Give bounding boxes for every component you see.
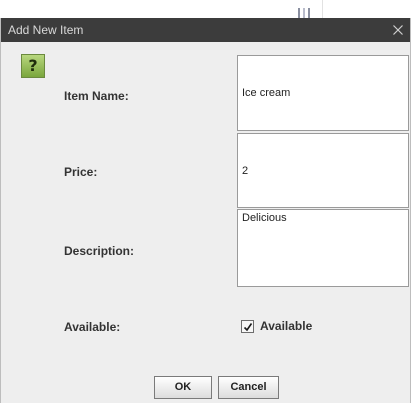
ok-button[interactable]: OK xyxy=(154,376,212,399)
available-checkbox-label: Available xyxy=(260,319,313,333)
screen: Add New Item ? Item Name: Price: Descrip… xyxy=(0,0,411,403)
price-field[interactable] xyxy=(237,133,409,208)
add-item-dialog: Add New Item ? Item Name: Price: Descrip… xyxy=(0,18,411,403)
dialog-title: Add New Item xyxy=(8,23,84,37)
help-glyph: ? xyxy=(28,56,38,75)
dialog-titlebar[interactable]: Add New Item xyxy=(1,18,410,42)
checkbox-box[interactable] xyxy=(241,320,254,333)
close-button[interactable] xyxy=(384,18,410,42)
check-icon xyxy=(243,323,253,332)
description-field[interactable]: Delicious xyxy=(237,209,409,287)
description-label: Description: xyxy=(64,244,135,258)
background-divider xyxy=(322,0,323,18)
available-label: Available: xyxy=(64,320,121,334)
question-mark-icon: ? xyxy=(21,54,45,78)
close-icon xyxy=(393,25,403,35)
item-name-label: Item Name: xyxy=(64,89,129,103)
background-window-icon xyxy=(298,8,312,18)
price-label: Price: xyxy=(64,165,98,179)
cancel-button[interactable]: Cancel xyxy=(218,376,279,399)
background-window xyxy=(0,0,411,18)
item-name-field[interactable] xyxy=(237,55,409,131)
